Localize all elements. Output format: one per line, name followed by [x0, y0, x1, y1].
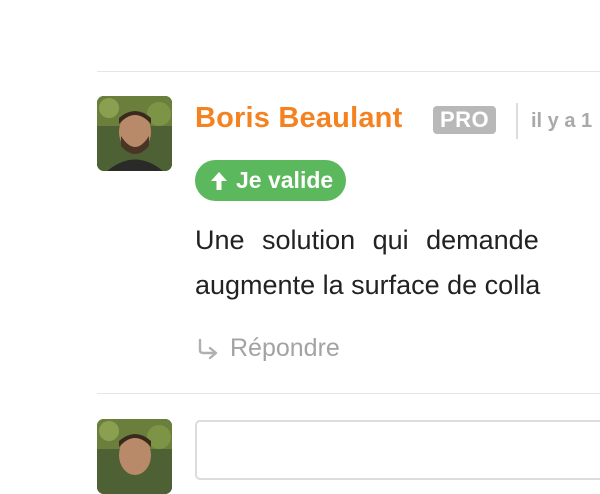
- vote-label: Je valide: [236, 167, 334, 193]
- comment-input[interactable]: [195, 420, 600, 480]
- arrow-up-icon: [209, 170, 229, 192]
- comment-text-line: augmente la surface de colla: [195, 270, 541, 300]
- author-name[interactable]: Boris Beaulant: [195, 102, 402, 135]
- reply-arrow-icon: [196, 337, 220, 361]
- pro-badge: PRO: [433, 106, 497, 134]
- vote-badge[interactable]: Je valide: [195, 160, 347, 201]
- avatar-photo: [97, 96, 172, 171]
- form-divider: [97, 393, 600, 394]
- comment-divider: [97, 71, 600, 72]
- current-user-avatar: [97, 419, 172, 494]
- comment-body: Une solution qui demande augmente la sur…: [195, 218, 600, 308]
- author-avatar[interactable]: [97, 96, 172, 171]
- comment-text-line: Une solution qui demande: [195, 225, 539, 255]
- avatar-photo: [97, 419, 172, 494]
- reply-label: Répondre: [230, 334, 340, 362]
- comment-timestamp: il y a 1: [531, 110, 593, 132]
- meta-separator: [516, 103, 518, 139]
- reply-button[interactable]: Répondre: [196, 334, 340, 363]
